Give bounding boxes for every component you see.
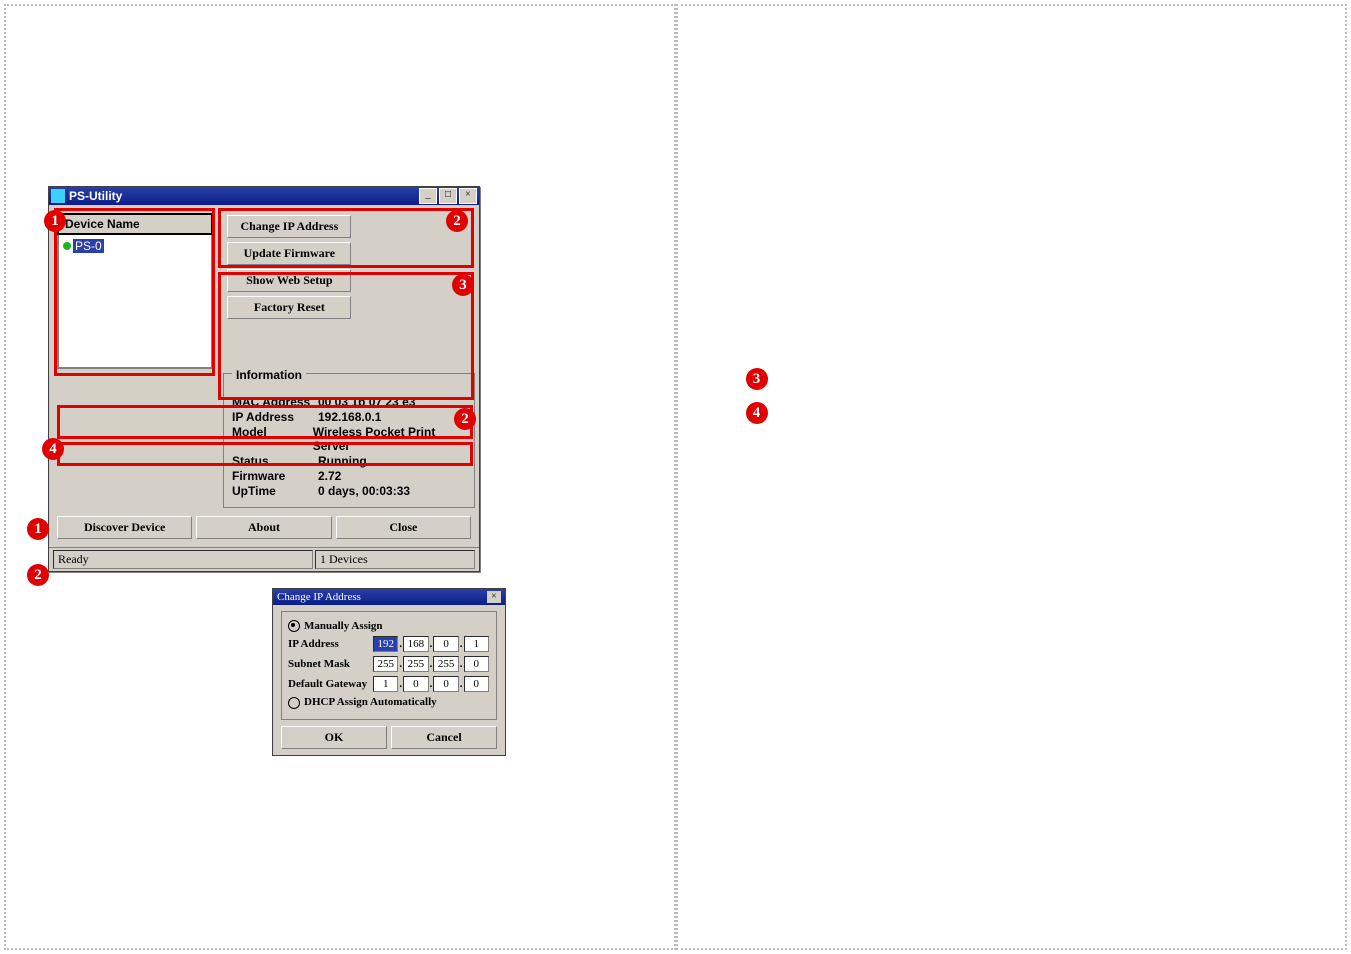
badge-3a: 3 (452, 274, 474, 296)
ip-oct-4[interactable]: 1 (464, 636, 489, 652)
gw-oct-2[interactable]: 0 (403, 676, 428, 692)
radio-manual[interactable]: Manually Assign (288, 620, 490, 632)
device-item-label: PS-0 (73, 239, 104, 253)
change-ip-button[interactable]: Change IP Address (227, 215, 351, 238)
sn-oct-1[interactable]: 255 (373, 656, 398, 672)
close-window-button[interactable]: × (459, 188, 477, 204)
dialog-title: Change IP Address (277, 591, 361, 603)
show-web-setup-button[interactable]: Show Web Setup (227, 269, 351, 292)
ip-address-label: IP Address (288, 638, 372, 650)
ip-oct-2[interactable]: 168 (403, 636, 428, 652)
ok-button[interactable]: OK (281, 726, 387, 749)
model-value: Wireless Pocket Print Server (313, 425, 466, 453)
discover-device-button[interactable]: Discover Device (57, 516, 192, 539)
device-list[interactable]: PS-0 (57, 235, 213, 369)
app-icon (51, 189, 65, 203)
update-firmware-button[interactable]: Update Firmware (227, 242, 351, 265)
radio-icon (288, 697, 300, 709)
mac-value: 00 03 1b 07 23 e3 (318, 395, 415, 409)
ip-label: IP Address (232, 410, 318, 424)
radio-dhcp[interactable]: DHCP Assign Automatically (288, 696, 490, 708)
ip-oct-1[interactable]: 192 (373, 636, 398, 652)
minimize-button[interactable]: _ (419, 188, 437, 204)
sn-oct-2[interactable]: 255 (403, 656, 428, 672)
dialog-close-icon[interactable]: × (487, 591, 501, 603)
subnet-label: Subnet Mask (288, 658, 372, 670)
sn-oct-4[interactable]: 0 (464, 656, 489, 672)
gw-label: Default Gateway (288, 678, 372, 690)
badge-2-standalone: 2 (27, 564, 49, 586)
ps-utility-window: PS-Utility _ □ × Device Name PS-0 (48, 186, 480, 572)
device-name-header: Device Name (57, 213, 213, 235)
uptime-value: 0 days, 00:03:33 (318, 484, 410, 498)
status-dot-icon (63, 242, 71, 250)
mac-label: MAC Address (232, 395, 318, 409)
cancel-button[interactable]: Cancel (391, 726, 497, 749)
badge-4-right: 4 (746, 402, 768, 424)
badge-3-right: 3 (746, 368, 768, 390)
uptime-label: UpTime (232, 484, 318, 498)
fw-label: Firmware (232, 469, 318, 483)
about-button[interactable]: About (196, 516, 331, 539)
radio-icon (288, 620, 300, 632)
badge-1: 1 (44, 210, 66, 232)
dialog-titlebar[interactable]: Change IP Address × (273, 589, 505, 605)
device-item[interactable]: PS-0 (63, 239, 207, 253)
sn-oct-3[interactable]: 255 (433, 656, 458, 672)
status-label: Status (232, 454, 318, 468)
window-title: PS-Utility (69, 189, 122, 203)
model-label: Model (232, 425, 313, 453)
gw-oct-1[interactable]: 1 (373, 676, 398, 692)
information-title: Information (232, 368, 306, 382)
status-bar: Ready 1 Devices (49, 547, 479, 571)
close-button[interactable]: Close (336, 516, 471, 539)
badge-2b: 2 (454, 408, 476, 430)
status-value: Running (318, 454, 367, 468)
maximize-button[interactable]: □ (439, 188, 457, 204)
ip-value: 192.168.0.1 (318, 410, 381, 424)
fw-value: 2.72 (318, 469, 341, 483)
information-panel: Information MAC Address00 03 1b 07 23 e3… (223, 373, 475, 508)
badge-1-standalone: 1 (27, 518, 49, 540)
badge-2a: 2 (446, 210, 468, 232)
factory-reset-button[interactable]: Factory Reset (227, 296, 351, 319)
ip-oct-3[interactable]: 0 (433, 636, 458, 652)
gw-oct-3[interactable]: 0 (433, 676, 458, 692)
status-device-count: 1 Devices (315, 550, 475, 569)
gw-oct-4[interactable]: 0 (464, 676, 489, 692)
badge-4a: 4 (42, 438, 64, 460)
change-ip-dialog: Change IP Address × Manually Assign IP A… (272, 588, 506, 756)
status-ready: Ready (53, 550, 313, 569)
titlebar[interactable]: PS-Utility _ □ × (49, 187, 479, 205)
